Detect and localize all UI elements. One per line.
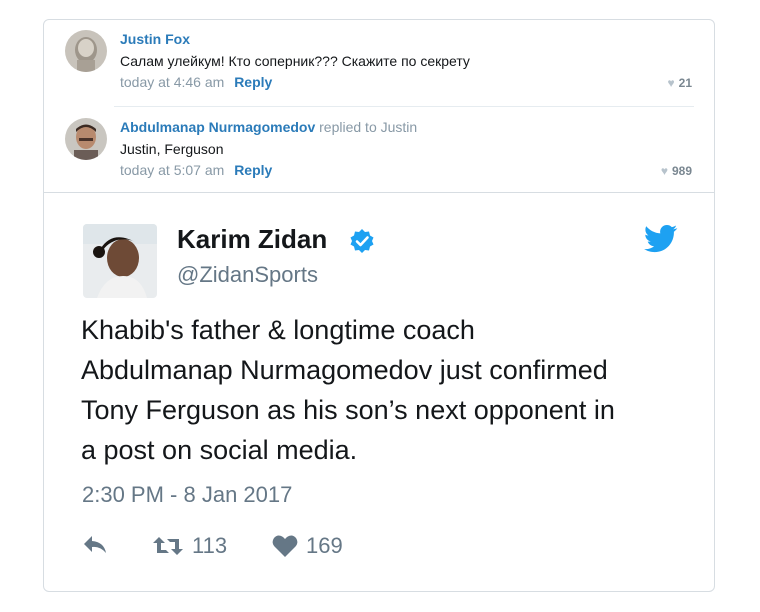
retweet-button[interactable]: 113 — [152, 533, 227, 559]
comment-time: today at 4:46 am — [120, 74, 225, 90]
comments-section: Justin Fox Салам улейкум! Кто соперник??… — [44, 20, 714, 192]
reply-button[interactable] — [82, 533, 108, 555]
comment-meta: today at 4:46 am Reply — [120, 74, 272, 90]
reply-arrow-icon — [84, 536, 106, 553]
comment-item: Abdulmanap Nurmagomedov replied to Justi… — [44, 116, 714, 192]
tweet-text: Khabib's father & longtime coach Abdulma… — [81, 310, 701, 470]
comment-item: Justin Fox Салам улейкум! Кто соперник??… — [44, 28, 714, 108]
avatar[interactable] — [65, 118, 107, 160]
like-count: 169 — [306, 533, 343, 558]
comment-author[interactable]: Abdulmanap Nurmagomedov replied to Justi… — [120, 119, 417, 135]
tweet-handle[interactable]: @ZidanSports — [177, 262, 318, 288]
heart-icon: ♥ — [667, 76, 675, 90]
section-divider — [44, 192, 714, 193]
avatar[interactable] — [83, 224, 157, 298]
comment-like-count: 989 — [671, 164, 692, 178]
tweet-text-line: Khabib's father & longtime coach — [81, 315, 475, 345]
tweet-text-line: Tony Ferguson as his son’s next opponent… — [81, 395, 615, 425]
tweet-text-line: Abdulmanap Nurmagomedov just confirmed — [81, 355, 608, 385]
twitter-bird-icon[interactable] — [644, 225, 678, 253]
comment-divider — [114, 106, 694, 107]
comment-text: Салам улейкум! Кто соперник??? Скажите п… — [120, 53, 470, 69]
heart-icon — [272, 535, 298, 557]
reply-link[interactable]: Reply — [234, 162, 272, 178]
tweet-timestamp[interactable]: 2:30 PM - 8 Jan 2017 — [82, 482, 292, 508]
retweet-count: 113 — [192, 533, 228, 558]
retweet-icon — [153, 537, 183, 555]
comment-likes[interactable]: ♥ 989 — [661, 164, 692, 178]
tweet-text-line: a post on social media. — [81, 435, 358, 465]
replied-to-text: replied to Justin — [319, 119, 418, 135]
verified-badge-icon — [350, 229, 374, 253]
comment-meta: today at 5:07 am Reply — [120, 162, 272, 178]
comment-text: Justin, Ferguson — [120, 141, 224, 157]
avatar[interactable] — [65, 30, 107, 72]
heart-icon: ♥ — [660, 164, 668, 178]
reply-link[interactable]: Reply — [234, 74, 272, 90]
comment-likes[interactable]: ♥ 21 — [668, 76, 692, 90]
tweet-author-name[interactable]: Karim Zidan — [177, 224, 327, 255]
comment-like-count: 21 — [678, 76, 692, 90]
tweet-screenshot-card: Justin Fox Салам улейкум! Кто соперник??… — [43, 19, 715, 592]
comment-time: today at 5:07 am — [120, 162, 225, 178]
like-button[interactable]: 169 — [272, 533, 343, 559]
comment-author[interactable]: Justin Fox — [120, 31, 190, 47]
